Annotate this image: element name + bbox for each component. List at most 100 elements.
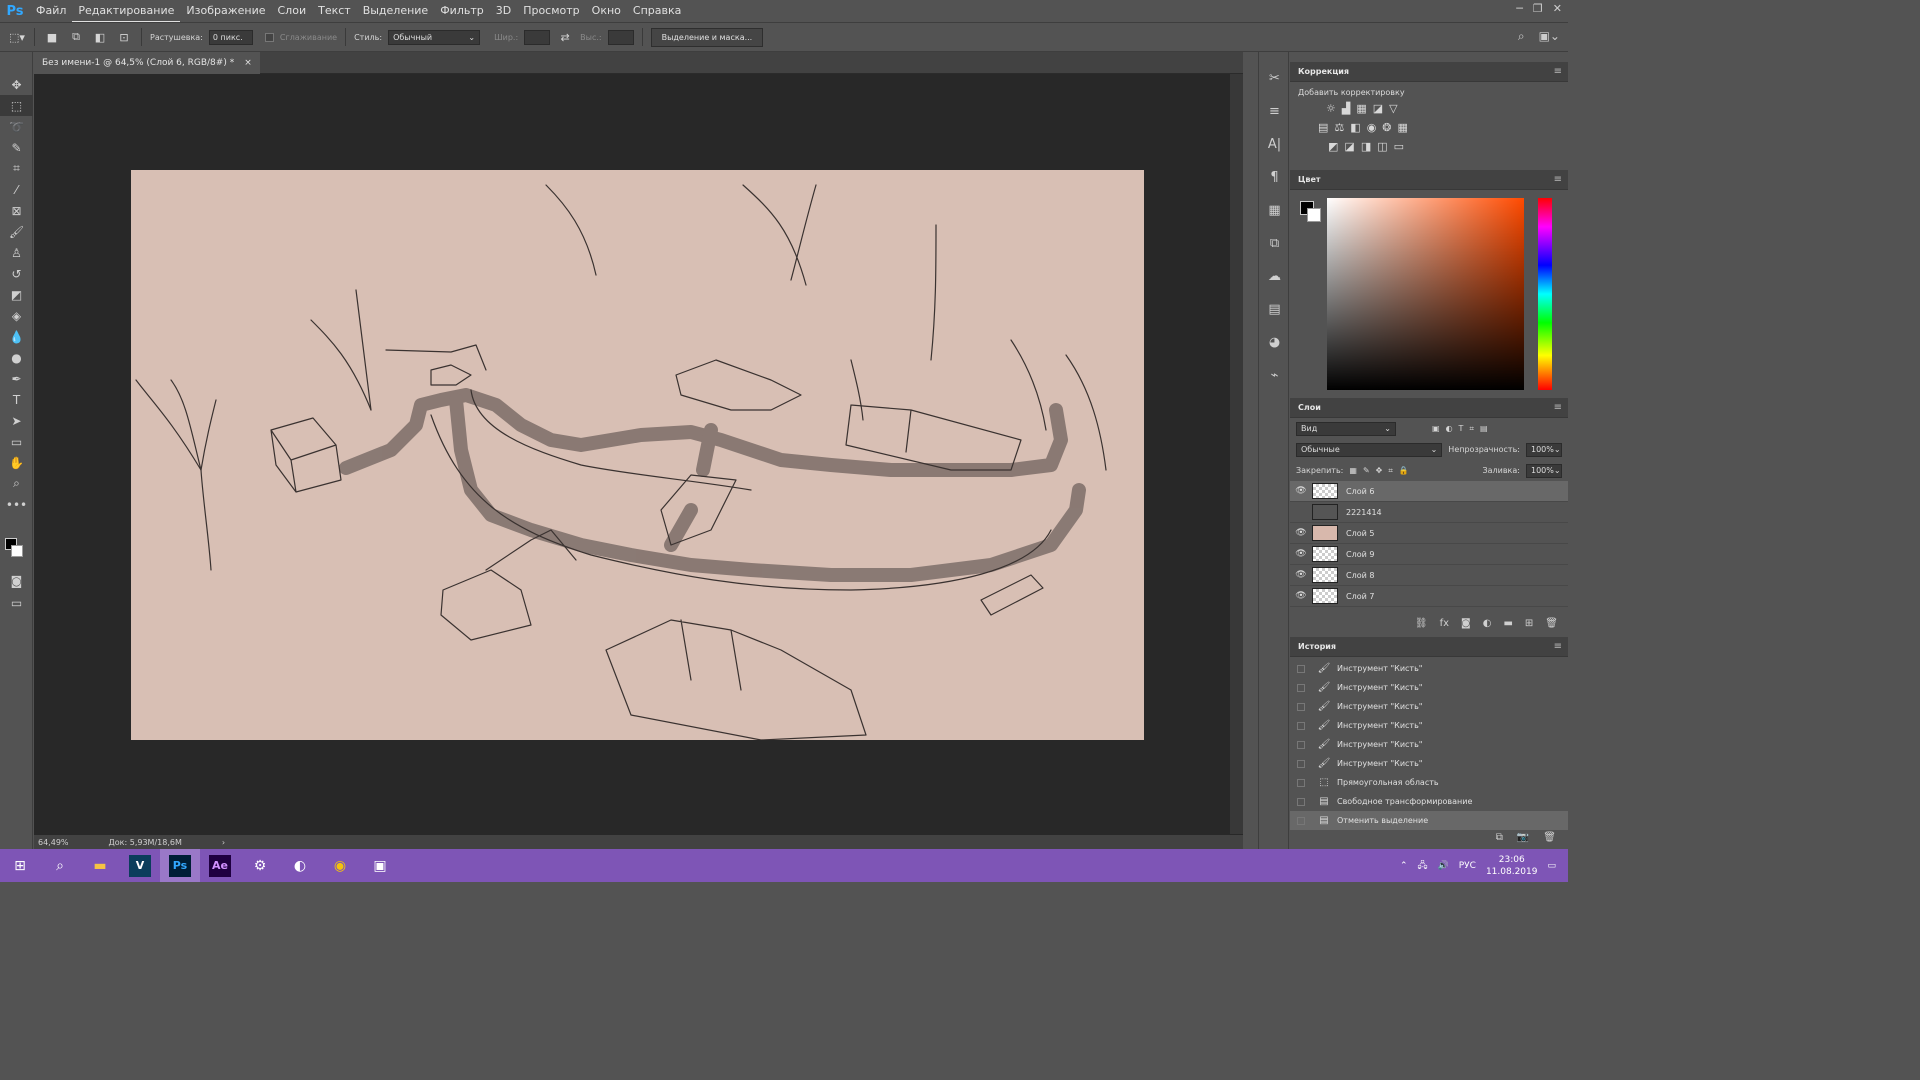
filter-adjustment-icon[interactable]: ◐: [1446, 424, 1453, 433]
history-item[interactable]: 🖌 Инструмент "Кисть": [1290, 678, 1568, 697]
levels-icon[interactable]: ▟: [1342, 102, 1350, 115]
delete-layer-icon[interactable]: 🗑: [1545, 618, 1558, 629]
search-icon[interactable]: ⌕: [40, 849, 80, 882]
menu-select[interactable]: Выделение: [357, 0, 435, 22]
snapshot-icon[interactable]: 📷: [1517, 832, 1529, 843]
clock[interactable]: 23:06 11.08.2019: [1486, 854, 1538, 878]
volume-icon[interactable]: 🔊: [1438, 861, 1449, 871]
menu-layers[interactable]: Слои: [272, 0, 313, 22]
eraser-icon[interactable]: ◩: [0, 284, 33, 305]
history-item[interactable]: ▤ Отменить выделение: [1290, 811, 1568, 830]
background-color-swatch[interactable]: [11, 545, 23, 557]
layer-row[interactable]: 👁 Слой 6: [1290, 481, 1568, 502]
layer-row[interactable]: 👁 Слой 8: [1290, 565, 1568, 586]
history-checkbox[interactable]: [1297, 759, 1305, 768]
brightness-icon[interactable]: ☼: [1326, 102, 1336, 115]
layer-row[interactable]: 👁 Слой 5: [1290, 523, 1568, 544]
menu-view[interactable]: Просмотр: [517, 0, 585, 22]
width-input[interactable]: [524, 29, 551, 45]
marquee-preset-icon[interactable]: ⬚▾: [8, 28, 26, 46]
menu-help[interactable]: Справка: [627, 0, 687, 22]
color-balance-icon[interactable]: ⚖: [1334, 121, 1344, 134]
lock-transparent-icon[interactable]: ▦: [1349, 466, 1357, 475]
style-select[interactable]: Обычный ⌄: [388, 29, 481, 45]
add-selection-icon[interactable]: ⧉: [67, 28, 85, 46]
black-white-icon[interactable]: ◧: [1350, 121, 1360, 134]
grid-icon[interactable]: ▦: [1259, 194, 1290, 227]
history-item[interactable]: 🖌 Инструмент "Кисть": [1290, 716, 1568, 735]
visibility-eye-icon[interactable]: 👁: [1290, 528, 1312, 538]
menu-3d[interactable]: 3D: [490, 0, 517, 22]
taskbar-app-photoshop[interactable]: Ps: [160, 849, 200, 882]
network-icon[interactable]: 🖧: [1417, 858, 1427, 874]
visibility-eye-icon[interactable]: 👁: [1290, 549, 1312, 559]
stamp-icon[interactable]: ♙: [0, 242, 33, 263]
filter-pixel-icon[interactable]: ▣: [1432, 424, 1440, 433]
brush-icon[interactable]: 🖌: [0, 221, 33, 242]
hand-icon[interactable]: ✋: [0, 452, 33, 473]
exposure-icon[interactable]: ◪: [1373, 102, 1383, 115]
notifications-icon[interactable]: ▭: [1547, 861, 1556, 871]
filter-type-icon[interactable]: T: [1459, 424, 1464, 433]
new-adjustment-icon[interactable]: ◐: [1483, 618, 1492, 629]
visibility-eye-icon[interactable]: 👁: [1290, 570, 1312, 580]
new-layer-icon[interactable]: ⊞: [1525, 618, 1533, 629]
history-brush-icon[interactable]: ↺: [0, 263, 33, 284]
rectangular-marquee-icon[interactable]: ⬚: [0, 95, 33, 116]
visibility-eye-icon[interactable]: 👁: [1290, 591, 1312, 601]
history-checkbox[interactable]: [1297, 816, 1305, 825]
taskbar-app-aftereffects[interactable]: Ae: [200, 849, 240, 882]
curves-icon[interactable]: ▦: [1356, 102, 1366, 115]
lock-artboard-icon[interactable]: ⌗: [1388, 466, 1393, 476]
history-checkbox[interactable]: [1297, 702, 1305, 711]
properties-icon[interactable]: ▤: [1259, 293, 1290, 326]
layer-row[interactable]: 👁 Слой 7: [1290, 586, 1568, 607]
paragraph-icon[interactable]: ¶: [1259, 161, 1290, 194]
brush-presets-icon[interactable]: ≡: [1259, 95, 1290, 128]
minimize-icon[interactable]: ─: [1516, 2, 1523, 15]
brush-settings-icon[interactable]: ✂: [1259, 62, 1290, 95]
menu-file[interactable]: Файл: [30, 0, 72, 22]
discord-icon[interactable]: ◐: [280, 849, 320, 882]
link-layers-icon[interactable]: ⛓: [1415, 618, 1428, 629]
healing-brush-icon[interactable]: ⊠: [0, 200, 33, 221]
status-arrow-icon[interactable]: ›: [222, 838, 225, 847]
history-checkbox[interactable]: [1297, 683, 1305, 692]
fill-input[interactable]: 100% ⌄: [1526, 463, 1562, 478]
history-item[interactable]: 🖌 Инструмент "Кисть": [1290, 735, 1568, 754]
search-icon[interactable]: ⌕: [1518, 29, 1525, 44]
selective-color-icon[interactable]: ◫: [1377, 140, 1387, 153]
intersect-selection-icon[interactable]: ⊡: [115, 28, 133, 46]
antialias-checkbox[interactable]: [264, 32, 274, 42]
layer-style-icon[interactable]: fx: [1440, 618, 1449, 629]
history-item[interactable]: 🖌 Инструмент "Кисть": [1290, 754, 1568, 773]
layer-row[interactable]: 👁 Слой 9: [1290, 544, 1568, 565]
history-item[interactable]: 🖌 Инструмент "Кисть": [1290, 697, 1568, 716]
zoom-icon[interactable]: ⌕: [0, 473, 33, 494]
posterize-icon[interactable]: ◪: [1344, 140, 1354, 153]
document-tab[interactable]: Без имени-1 @ 64,5% (Слой 6, RGB/8#) * ×: [34, 52, 260, 74]
history-item[interactable]: 🖌 Инструмент "Кисть": [1290, 659, 1568, 678]
blur-icon[interactable]: 💧: [0, 326, 33, 347]
layer-filter-select[interactable]: Вид ⌄: [1296, 421, 1396, 436]
close-tab-icon[interactable]: ×: [244, 58, 252, 68]
screen-mode-icon[interactable]: ▭: [0, 592, 33, 613]
rectangle-icon[interactable]: ▭: [0, 431, 33, 452]
path-select-icon[interactable]: ➤: [0, 410, 33, 431]
move-tool-icon[interactable]: ✥: [0, 74, 33, 95]
color-lookup-icon[interactable]: ▦: [1398, 121, 1408, 134]
history-item[interactable]: ⬚ Прямоугольная область: [1290, 773, 1568, 792]
chrome-icon[interactable]: ◉: [320, 849, 360, 882]
quick-mask-icon[interactable]: ◙: [0, 570, 33, 591]
type-icon[interactable]: T: [0, 389, 33, 410]
hue-slider[interactable]: [1538, 198, 1552, 390]
menu-image[interactable]: Изображение: [180, 0, 271, 22]
add-mask-icon[interactable]: ◙: [1461, 618, 1471, 629]
history-checkbox[interactable]: [1297, 778, 1305, 787]
lock-all-icon[interactable]: 🔒: [1399, 466, 1409, 475]
dodge-icon[interactable]: ●: [0, 347, 33, 368]
select-and-mask-button[interactable]: Выделение и маска...: [650, 27, 764, 47]
file-explorer-icon[interactable]: ▬: [80, 849, 120, 882]
swap-icon[interactable]: ⇄: [556, 28, 574, 46]
vibrance-icon[interactable]: ▽: [1389, 102, 1397, 115]
